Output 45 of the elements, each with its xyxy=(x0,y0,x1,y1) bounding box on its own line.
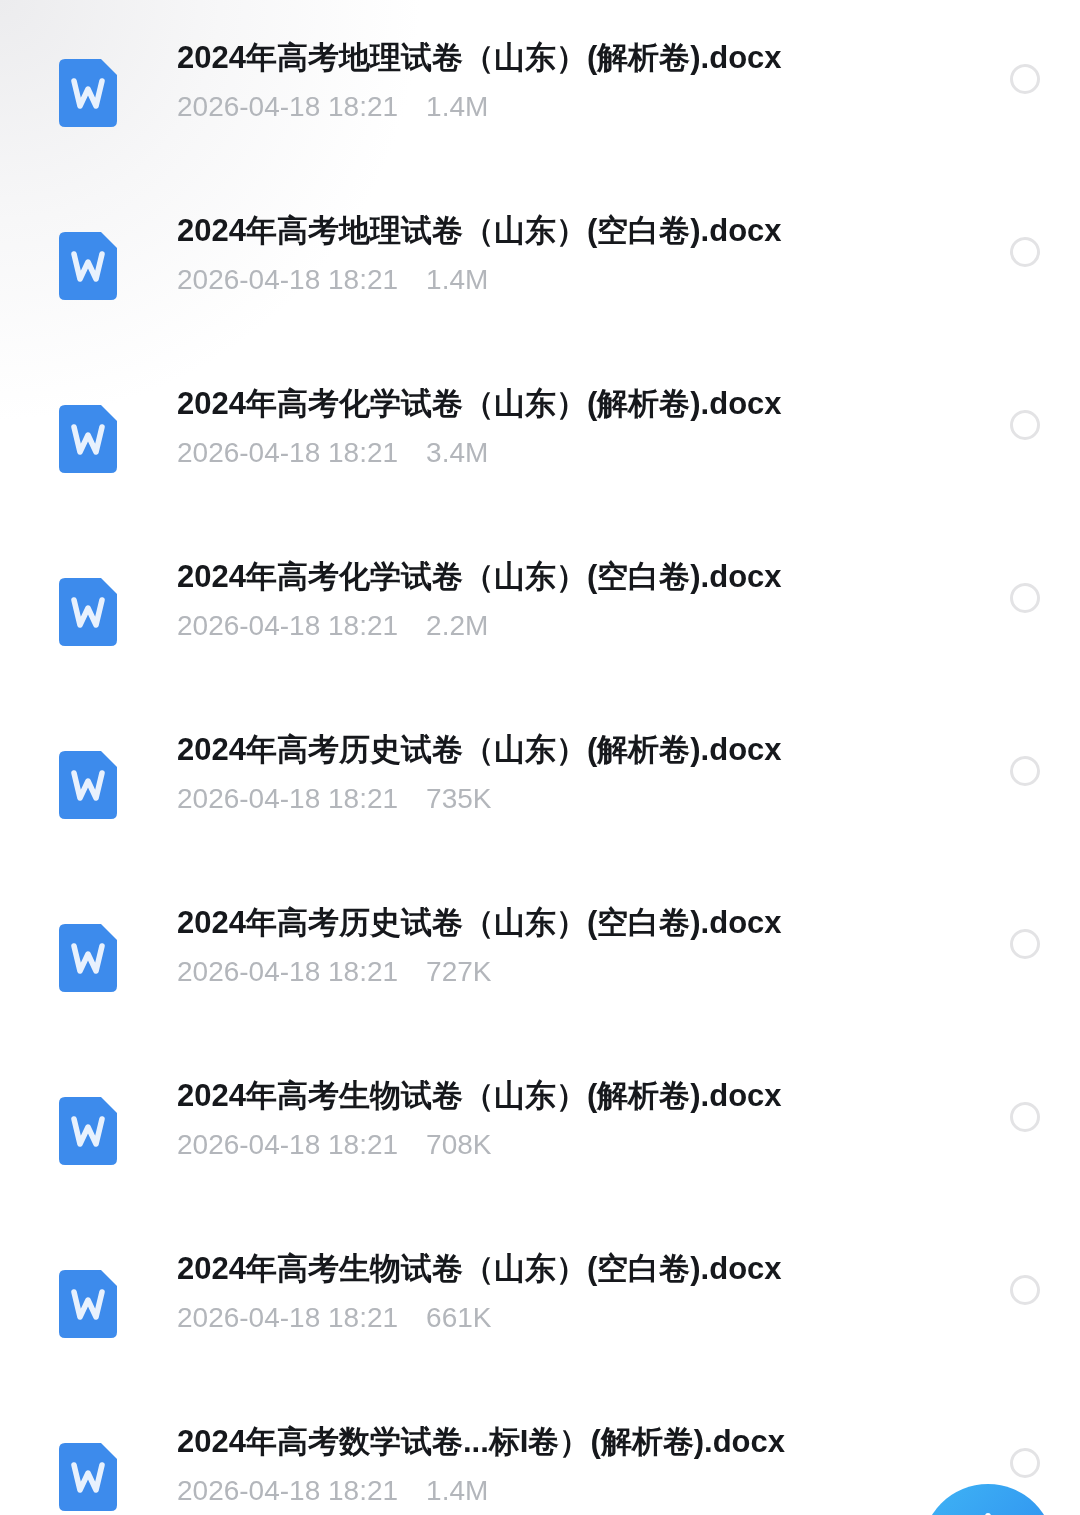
file-date: 2026-04-18 18:21 xyxy=(177,782,399,815)
word-document-icon xyxy=(59,1096,117,1165)
file-name[interactable]: 2024年高考化学试卷（山东）(空白卷).docx xyxy=(177,555,1010,598)
file-name[interactable]: 2024年高考数学试卷...标I卷）(解析卷).docx xyxy=(177,1420,1010,1463)
file-date: 2026-04-18 18:21 xyxy=(177,436,399,469)
file-name[interactable]: 2024年高考化学试卷（山东）(解析卷).docx xyxy=(177,382,1010,425)
file-size: 735K xyxy=(426,782,492,815)
word-document-icon xyxy=(59,58,117,127)
select-radio[interactable] xyxy=(1010,1101,1040,1132)
file-name[interactable]: 2024年高考地理试卷（山东）(空白卷).docx xyxy=(177,209,1010,252)
file-name[interactable]: 2024年高考生物试卷（山东）(空白卷).docx xyxy=(177,1247,1010,1290)
select-radio[interactable] xyxy=(1010,409,1040,440)
select-radio[interactable] xyxy=(1010,928,1040,959)
file-size: 1.4M xyxy=(426,263,489,296)
word-document-icon xyxy=(59,577,117,646)
file-size: 1.4M xyxy=(426,90,489,123)
select-radio[interactable] xyxy=(1010,1447,1040,1478)
file-name[interactable]: 2024年高考历史试卷（山东）(解析卷).docx xyxy=(177,728,1010,771)
word-document-icon xyxy=(59,923,117,992)
select-radio[interactable] xyxy=(1010,63,1040,94)
file-name[interactable]: 2024年高考地理试卷（山东）(解析卷).docx xyxy=(177,36,1010,79)
file-size: 708K xyxy=(426,1128,492,1161)
file-size: 1.4M xyxy=(426,1474,489,1507)
file-date: 2026-04-18 18:21 xyxy=(177,90,399,123)
file-size: 3.4M xyxy=(426,436,489,469)
word-document-icon xyxy=(59,404,117,473)
file-name[interactable]: 2024年高考历史试卷（山东）(空白卷).docx xyxy=(177,901,1010,944)
file-date: 2026-04-18 18:21 xyxy=(177,1301,399,1334)
select-radio[interactable] xyxy=(1010,1274,1040,1305)
file-date: 2026-04-18 18:21 xyxy=(177,1474,399,1507)
file-date: 2026-04-18 18:21 xyxy=(177,955,399,988)
word-document-icon xyxy=(59,750,117,819)
file-size: 2.2M xyxy=(426,609,489,642)
file-date: 2026-04-18 18:21 xyxy=(177,263,399,296)
file-size: 661K xyxy=(426,1301,492,1334)
select-radio[interactable] xyxy=(1010,755,1040,786)
select-radio[interactable] xyxy=(1010,582,1040,613)
word-document-icon xyxy=(59,1269,117,1338)
file-date: 2026-04-18 18:21 xyxy=(177,609,399,642)
file-date: 2026-04-18 18:21 xyxy=(177,1128,399,1161)
word-document-icon xyxy=(59,1442,117,1511)
file-name[interactable]: 2024年高考生物试卷（山东）(解析卷).docx xyxy=(177,1074,1010,1117)
file-size: 727K xyxy=(426,955,492,988)
word-document-icon xyxy=(59,231,117,300)
select-radio[interactable] xyxy=(1010,236,1040,267)
